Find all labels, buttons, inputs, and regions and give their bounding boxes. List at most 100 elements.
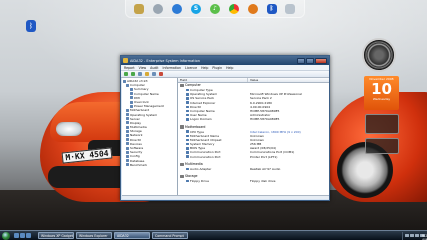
field-icon <box>186 138 189 142</box>
detail-row[interactable]: Communication Port Printer Port (LPT1) <box>178 155 329 159</box>
field-icon <box>186 118 189 121</box>
switch-windows-icon[interactable] <box>20 232 25 238</box>
detail-value: Printer Port (LPT1) <box>250 154 278 159</box>
start-button[interactable] <box>0 231 12 240</box>
report-icon[interactable] <box>152 72 156 76</box>
tree-node-icon <box>126 146 129 150</box>
status-bar <box>122 195 329 199</box>
taskbar-button[interactable]: Windows Explorer <box>76 232 112 239</box>
globe-icon[interactable] <box>172 3 183 14</box>
calendar-day: 10 <box>371 80 392 98</box>
volume-icon[interactable] <box>410 233 414 238</box>
tree-item[interactable]: Benchmark <box>122 163 177 167</box>
menu-item[interactable]: Information <box>163 66 181 70</box>
detail-row[interactable]: Floppy Drive Floppy disk drive <box>178 179 329 183</box>
tree-node-icon <box>130 96 133 100</box>
field-icon <box>186 97 189 100</box>
detail-field: Logon Domain <box>178 117 248 121</box>
field-icon <box>186 155 189 158</box>
detail-row[interactable]: Audio Adapter Realtek AC'97 Audio <box>178 167 329 171</box>
car-headlight <box>56 122 82 136</box>
clock-gadget[interactable] <box>362 38 396 72</box>
tree-node-icon <box>126 159 129 163</box>
field-icon <box>186 151 189 154</box>
field-label: Logon Domain <box>190 117 212 122</box>
tree-node-icon <box>126 108 129 112</box>
value-column-header[interactable]: Value <box>248 78 258 82</box>
tree-node-icon <box>126 142 129 146</box>
menu-item[interactable]: View <box>139 66 147 70</box>
section-icon <box>180 83 184 88</box>
menu-item[interactable]: Help <box>226 66 233 70</box>
field-icon <box>186 109 189 113</box>
license-plate: M·KX 4504 <box>61 147 113 164</box>
security-icon[interactable] <box>415 233 419 238</box>
calendar-gadget[interactable]: November 2008 10 Wednesday <box>364 76 399 110</box>
field-icon <box>186 88 189 92</box>
detail-row[interactable]: Logon Domain HOME-5870A989E5 <box>178 117 329 121</box>
maximize-button[interactable] <box>306 57 314 64</box>
clock[interactable]: 9:21 AM <box>420 233 427 240</box>
detail-value: Realtek AC'97 Audio <box>250 166 281 171</box>
main-area: AIDA32 v3.93 Computer Summary Computer Name… <box>122 78 329 196</box>
field-icon <box>186 142 189 146</box>
media-icon[interactable] <box>247 3 258 14</box>
network-icon[interactable] <box>405 233 409 238</box>
tree-node-icon <box>126 154 129 158</box>
bluetooth-icon[interactable]: ᛒ <box>26 20 36 32</box>
trash-icon[interactable] <box>285 3 296 14</box>
tree-node-icon <box>126 163 129 167</box>
quick-launch <box>14 232 36 239</box>
music-icon[interactable]: ♪ <box>209 3 220 14</box>
menu-item[interactable]: Audit <box>150 66 158 70</box>
menu-item[interactable]: Help <box>201 66 208 70</box>
taskbar-button[interactable]: Command Prompt <box>152 232 188 239</box>
title-bar[interactable]: AIDA32 - Enterprise System Information <box>121 56 329 65</box>
menu-item[interactable]: Report <box>124 66 135 70</box>
weather-gadget[interactable] <box>365 114 399 134</box>
up-icon[interactable] <box>138 72 142 76</box>
cpu-meter-gadget[interactable] <box>365 138 399 154</box>
taskbar-button[interactable]: AIDA32 <box>114 232 150 239</box>
forward-icon[interactable] <box>131 72 135 76</box>
tree-node-icon <box>126 129 129 133</box>
minimize-button[interactable] <box>297 57 305 64</box>
chrome-icon[interactable] <box>228 3 239 14</box>
folder-icon[interactable] <box>134 3 145 14</box>
details-panel: Field Value Computer Computer Type Operati… <box>178 78 329 196</box>
refresh-icon[interactable] <box>145 72 149 76</box>
browser-icon[interactable] <box>26 232 31 238</box>
window-title: AIDA32 - Enterprise System Information <box>130 58 200 63</box>
tree-node-icon <box>130 87 133 91</box>
stop-icon[interactable] <box>159 72 163 76</box>
menu-item[interactable]: Licence <box>185 66 197 70</box>
disc-icon[interactable] <box>153 3 164 14</box>
section-icon <box>180 162 184 167</box>
bluetooth-dock-icon[interactable]: ᛒ <box>266 3 277 14</box>
toolbar <box>121 71 329 78</box>
system-tray: 9:21 AM <box>402 231 427 240</box>
calendar-weekday: Wednesday <box>372 97 391 101</box>
field-icon <box>186 93 189 96</box>
section-icon <box>180 125 184 129</box>
field-column-header[interactable]: Field <box>178 78 248 82</box>
close-button[interactable] <box>315 57 327 64</box>
section-icon <box>180 174 184 179</box>
detail-field: Communication Port <box>178 155 248 159</box>
tree-node-icon <box>126 121 129 125</box>
navigation-tree[interactable]: AIDA32 v3.93 Computer Summary Computer Name… <box>122 78 178 196</box>
tree-item-label: Benchmark <box>130 162 148 167</box>
detail-value: HOME-5870A989E5 <box>250 117 280 122</box>
field-label: Communication Port <box>190 154 221 159</box>
field-icon <box>186 101 189 104</box>
aida32-window: AIDA32 - Enterprise System Information R… <box>120 55 330 201</box>
tree-node-icon <box>130 92 133 96</box>
back-icon[interactable] <box>124 72 128 76</box>
detail-value: Floppy disk drive <box>250 179 276 183</box>
field-label: Audio Adapter <box>190 166 212 171</box>
menu-item[interactable]: Plugin <box>212 66 222 70</box>
show-desktop-icon[interactable] <box>14 232 19 238</box>
windows-orb-icon <box>2 231 10 240</box>
taskbar-button[interactable]: Windows XP Gadgets <box>38 232 74 239</box>
skype-icon[interactable]: S <box>191 3 202 14</box>
